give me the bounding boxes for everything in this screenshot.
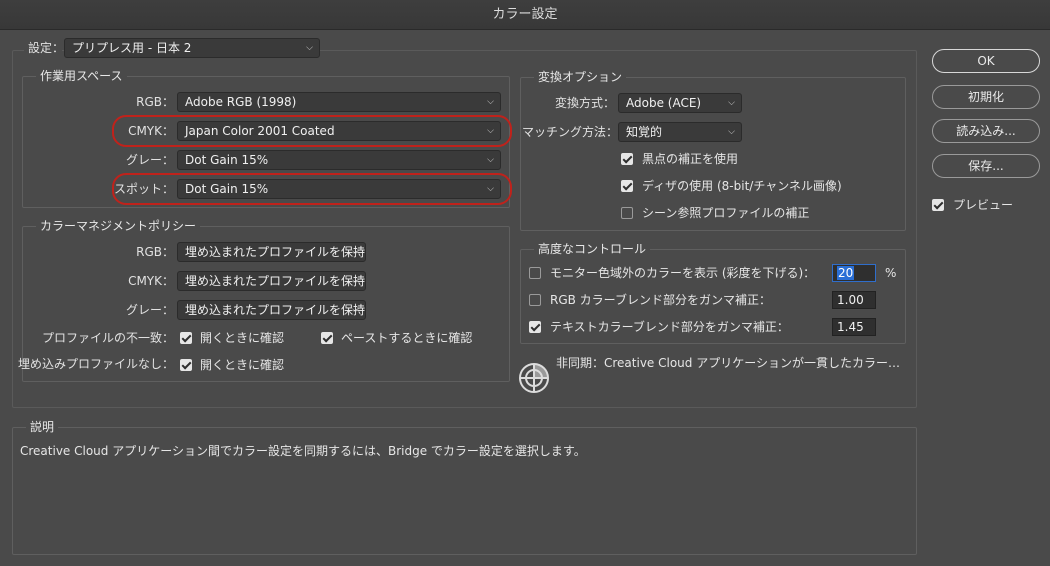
desaturate-label: モニター色域外のカラーを表示 (彩度を下げる)： bbox=[550, 266, 816, 280]
pol-gray-label: グレー： bbox=[125, 303, 174, 317]
chevron-down-icon: ⌵ bbox=[306, 43, 313, 53]
policies-title: カラーマネジメントポリシー bbox=[36, 219, 201, 233]
engine-label: 変換方式： bbox=[554, 96, 615, 110]
chevron-down-icon: ⌵ bbox=[352, 276, 359, 286]
settings-label: 設定： bbox=[24, 38, 64, 58]
ws-rgb-select[interactable]: Adobe RGB (1998) ⌵ bbox=[177, 92, 501, 112]
pol-rgb-select[interactable]: 埋め込まれたプロファイルを保持 ⌵ bbox=[177, 242, 366, 262]
ws-gray-label: グレー： bbox=[125, 153, 174, 167]
pol-rgb-value: 埋め込まれたプロファイルを保持 bbox=[185, 245, 366, 259]
preview-checkbox[interactable] bbox=[932, 199, 944, 211]
conversion-title: 変換オプション bbox=[534, 70, 627, 84]
blend-text-checkbox[interactable] bbox=[529, 321, 541, 333]
scene-ref-checkbox[interactable] bbox=[621, 207, 633, 219]
description-text: Creative Cloud アプリケーション間でカラー設定を同期するには、Br… bbox=[20, 444, 586, 458]
intent-value: 知覚的 bbox=[626, 125, 663, 139]
scene-ref-label: シーン参照プロファイルの補正 bbox=[642, 206, 810, 220]
ws-rgb-value: Adobe RGB (1998) bbox=[185, 95, 297, 109]
chevron-down-icon: ⌵ bbox=[728, 127, 735, 137]
chevron-down-icon: ⌵ bbox=[352, 305, 359, 315]
dither-label: ディザの使用 (8-bit/チャンネル画像) bbox=[642, 179, 842, 193]
blend-text-label: テキストカラーブレンド部分をガンマ補正： bbox=[550, 320, 789, 334]
advanced-title: 高度なコントロール bbox=[534, 242, 651, 256]
engine-value: Adobe (ACE) bbox=[626, 96, 702, 110]
chevron-down-icon: ⌵ bbox=[728, 98, 735, 108]
dither-checkbox[interactable] bbox=[621, 180, 633, 192]
missing-label: 埋め込みプロファイルなし： bbox=[17, 357, 174, 371]
chevron-down-icon: ⌵ bbox=[487, 155, 494, 165]
missing-open-label: 開くときに確認 bbox=[200, 358, 285, 372]
desaturate-unit: % bbox=[885, 266, 897, 280]
spot-highlight-ring bbox=[112, 173, 512, 205]
pol-cmyk-value: 埋め込まれたプロファイルを保持 bbox=[185, 274, 366, 288]
pol-cmyk-label: CMYK： bbox=[128, 274, 174, 288]
chevron-down-icon: ⌵ bbox=[487, 97, 494, 107]
pol-gray-value: 埋め込まれたプロファイルを保持 bbox=[185, 303, 366, 317]
desaturate-value: 20 bbox=[837, 266, 855, 280]
black-point-checkbox[interactable] bbox=[621, 153, 633, 165]
save-button[interactable]: 保存... bbox=[932, 154, 1040, 178]
desaturate-input[interactable]: 20 bbox=[832, 264, 876, 282]
description-title: 説明 bbox=[26, 420, 59, 434]
settings-value: プリプレス用 - 日本 2 bbox=[72, 41, 192, 55]
intent-select[interactable]: 知覚的 ⌵ bbox=[618, 122, 742, 142]
chevron-down-icon: ⌵ bbox=[352, 247, 359, 257]
window-title: カラー設定 bbox=[0, 0, 1050, 30]
reset-button[interactable]: 初期化 bbox=[932, 85, 1040, 109]
pol-gray-select[interactable]: 埋め込まれたプロファイルを保持 ⌵ bbox=[177, 300, 366, 320]
blend-text-input[interactable]: 1.45 bbox=[832, 318, 876, 336]
black-point-label: 黒点の補正を使用 bbox=[642, 152, 739, 166]
ok-button[interactable]: OK bbox=[932, 49, 1040, 73]
blend-rgb-label: RGB カラーブレンド部分をガンマ補正： bbox=[550, 293, 771, 307]
load-button[interactable]: 読み込み... bbox=[932, 119, 1040, 143]
ws-gray-value: Dot Gain 15% bbox=[185, 153, 269, 167]
sync-status-icon bbox=[518, 362, 550, 394]
blend-rgb-input[interactable]: 1.00 bbox=[832, 291, 876, 309]
cmyk-highlight-ring bbox=[112, 115, 512, 147]
sync-status-text: 非同期：Creative Cloud アプリケーションが一貫したカラー設定に同… bbox=[556, 356, 908, 370]
mismatch-open-label: 開くときに確認 bbox=[200, 331, 285, 345]
mismatch-label: プロファイルの不一致： bbox=[41, 331, 174, 345]
working-spaces-title: 作業用スペース bbox=[36, 69, 127, 83]
mismatch-open-checkbox[interactable] bbox=[180, 332, 192, 344]
pol-rgb-label: RGB： bbox=[136, 245, 174, 259]
desaturate-checkbox[interactable] bbox=[529, 267, 541, 279]
pol-cmyk-select[interactable]: 埋め込まれたプロファイルを保持 ⌵ bbox=[177, 271, 366, 291]
mismatch-paste-checkbox[interactable] bbox=[321, 332, 333, 344]
ws-gray-select[interactable]: Dot Gain 15% ⌵ bbox=[177, 150, 501, 170]
mismatch-paste-label: ペーストするときに確認 bbox=[341, 331, 473, 345]
settings-select[interactable]: プリプレス用 - 日本 2 ⌵ bbox=[64, 38, 320, 58]
ws-rgb-label: RGB： bbox=[136, 95, 174, 109]
intent-label: マッチング方法： bbox=[522, 125, 619, 139]
missing-open-checkbox[interactable] bbox=[180, 359, 192, 371]
preview-label: プレビュー bbox=[953, 198, 1014, 212]
blend-rgb-checkbox[interactable] bbox=[529, 294, 541, 306]
engine-select[interactable]: Adobe (ACE) ⌵ bbox=[618, 93, 742, 113]
